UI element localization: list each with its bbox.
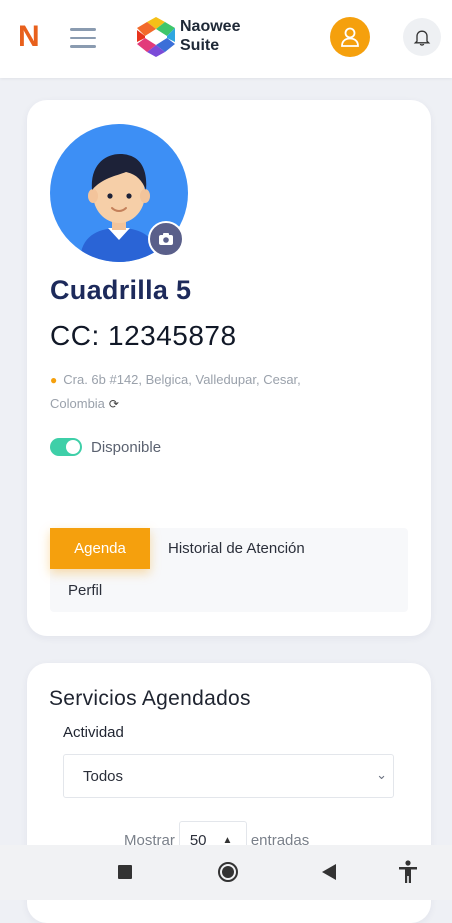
address-text: Cra. 6b #142, Belgica, Valledupar, Cesar… — [50, 372, 301, 411]
bell-icon — [413, 30, 431, 46]
activity-selected-value: Todos — [83, 768, 124, 785]
availability-row: Disponible — [50, 438, 161, 456]
profile-tabs: Agenda Historial de Atención Perfil — [50, 528, 408, 612]
menu-icon[interactable] — [70, 28, 96, 48]
brand-name-line2: Suite — [180, 37, 220, 54]
profile-address: ● Cra. 6b #142, Belgica, Valledupar, Cesa… — [50, 368, 370, 416]
back-triangle-icon[interactable] — [317, 860, 341, 884]
profile-name: Cuadrilla 5 — [50, 275, 192, 305]
brand-name-line1: Naowee — [180, 18, 241, 35]
notifications-button[interactable] — [403, 18, 441, 56]
app-logo[interactable]: N — [18, 20, 40, 54]
availability-toggle[interactable] — [50, 438, 82, 456]
availability-label: Disponible — [91, 438, 162, 456]
stepper-icon: ▲ — [222, 834, 233, 846]
profile-id: CC: 12345878 — [50, 320, 237, 351]
brand-logo: Naowee Suite — [134, 15, 254, 61]
activity-label: Actividad — [63, 724, 124, 741]
profile-card: Cuadrilla 5 CC: 12345878 ● Cra. 6b #142, … — [27, 100, 431, 636]
top-app-bar: N Naowee Suite — [0, 0, 452, 78]
change-photo-button[interactable] — [148, 221, 184, 257]
square-icon[interactable] — [113, 860, 137, 884]
circle-icon[interactable] — [216, 860, 240, 884]
tab-agenda[interactable]: Agenda — [50, 528, 150, 569]
refresh-icon[interactable]: ⟳ — [109, 397, 119, 411]
tab-perfil[interactable]: Perfil — [68, 582, 102, 599]
accessibility-icon[interactable] — [396, 860, 420, 884]
chevron-down-icon: ⌄ — [376, 767, 387, 782]
camera-icon — [159, 233, 173, 245]
activity-select[interactable]: Todos ⌄ — [63, 754, 394, 798]
system-nav-bar — [0, 845, 452, 900]
tab-historial[interactable]: Historial de Atención — [168, 540, 305, 557]
user-icon — [341, 27, 359, 47]
user-profile-button[interactable] — [330, 17, 370, 57]
services-title: Servicios Agendados — [49, 687, 251, 710]
brand-hexagon-icon — [137, 17, 175, 57]
location-pin-icon: ● — [50, 373, 58, 387]
